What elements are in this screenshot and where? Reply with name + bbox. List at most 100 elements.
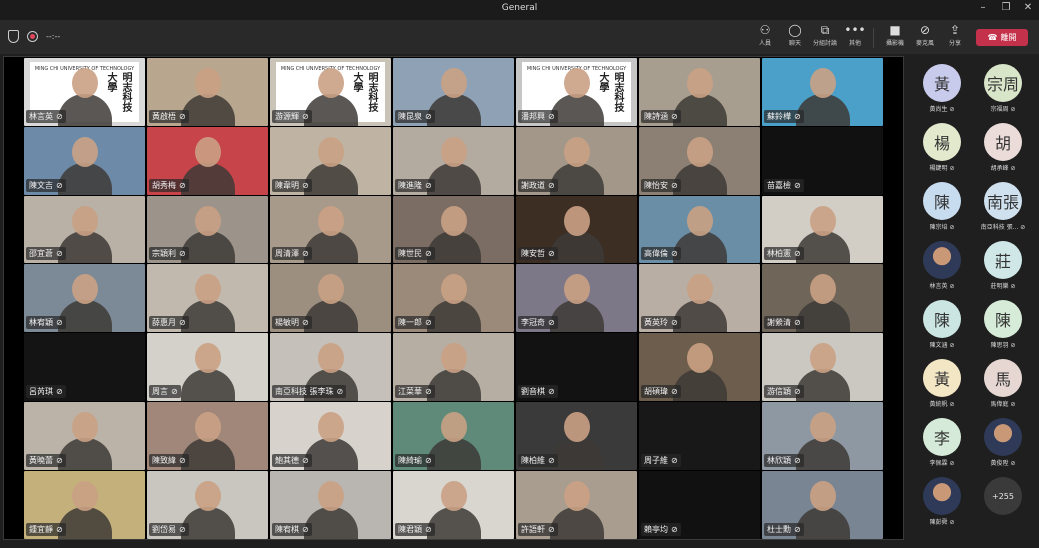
video-tile[interactable]: 黃曉蕾 ⊘ xyxy=(24,401,145,470)
video-tile[interactable]: 林柏憲 ⊘ xyxy=(762,195,883,264)
camera-button[interactable]: ■ 攝影機 xyxy=(880,23,910,47)
participant-name: 宗穎利 xyxy=(152,249,176,259)
video-tile[interactable]: 南亞科技 張李珠 ⊘ xyxy=(270,333,391,401)
video-tile[interactable]: 謝政道 ⊘ xyxy=(516,126,637,195)
more-participants-button[interactable]: +255 xyxy=(973,477,1033,515)
video-tile[interactable]: 劉音棋 ⊘ xyxy=(516,333,637,401)
video-tile[interactable]: 陳柏維 ⊘ xyxy=(516,401,637,470)
maximize-icon[interactable]: ❐ xyxy=(996,2,1016,13)
shield-icon xyxy=(8,30,19,43)
video-tile[interactable]: 周清澤 ⊘ xyxy=(270,195,391,264)
video-tile[interactable]: 李冠奇 ⊘ xyxy=(516,264,637,333)
participant-avatar-item[interactable]: 黃黃統帆 ⊘ xyxy=(912,359,972,408)
video-tile[interactable]: 黃啟梧 ⊘ xyxy=(147,58,268,126)
video-tile[interactable]: MING CHI UNIVERSITY OF TECHNOLOGY 明志科技大學游… xyxy=(270,58,391,126)
participant-avatar-item[interactable]: 陳陳思羽 ⊘ xyxy=(973,300,1033,349)
participant-name-tag: 賴亭均 ⊘ xyxy=(641,522,681,536)
participant-avatar-item[interactable]: 陳彭舜 ⊘ xyxy=(912,477,972,526)
video-tile[interactable]: 呂芮琪 ⊘ xyxy=(24,333,145,401)
more-button[interactable]: ••• 其他 xyxy=(840,23,870,47)
participant-name: 陳怡安 xyxy=(644,180,668,190)
video-tile[interactable]: 陳怡安 ⊘ xyxy=(639,126,760,195)
video-tile[interactable]: 陳致緯 ⊘ xyxy=(147,401,268,470)
participant-name: 林柏憲 xyxy=(767,249,791,259)
video-tile[interactable]: 周言 ⊘ xyxy=(147,333,268,401)
video-tile[interactable]: 苗嘉檢 ⊘ xyxy=(762,126,883,195)
participant-name: 謝政道 xyxy=(521,180,545,190)
participant-avatar-item[interactable]: 楊楊鍵明 ⊘ xyxy=(912,123,972,172)
video-tile[interactable]: 林宥穎 ⊘ xyxy=(24,264,145,333)
participant-avatar-item[interactable]: 莊莊明樂 ⊘ xyxy=(973,241,1033,290)
video-tile[interactable]: 陳安哲 ⊘ xyxy=(516,195,637,264)
video-tile[interactable]: 薛惠月 ⊘ xyxy=(147,264,268,333)
video-tile[interactable]: 陳昆泉 ⊘ xyxy=(393,58,514,126)
participant-name: 潘邦興 xyxy=(521,111,545,121)
mic-muted-icon: ⊘ xyxy=(302,524,309,534)
chat-button[interactable]: ◯ 聊天 xyxy=(780,23,810,47)
video-tile[interactable]: 鮑其德 ⊘ xyxy=(270,401,391,470)
mic-muted-icon: ⊘ xyxy=(56,386,63,396)
video-tile[interactable]: MING CHI UNIVERSITY OF TECHNOLOGY 明志科技大學林… xyxy=(24,58,145,126)
video-tile[interactable]: 胡秀梅 ⊘ xyxy=(147,126,268,195)
video-tile[interactable]: 黃英玲 ⊘ xyxy=(639,264,760,333)
avatar: 莊 xyxy=(984,241,1022,279)
participant-avatar-item[interactable]: 馬馬偉庭 ⊘ xyxy=(973,359,1033,408)
video-tile[interactable]: 杜士勳 ⊘ xyxy=(762,470,883,539)
people-button[interactable]: ⚇ 人員 xyxy=(750,23,780,47)
participant-avatar-item[interactable]: 胡胡承峰 ⊘ xyxy=(973,123,1033,172)
participant-avatar-item[interactable]: 林言英 ⊘ xyxy=(912,241,972,290)
video-tile[interactable]: 宗穎利 ⊘ xyxy=(147,195,268,264)
video-tile[interactable]: 高偉倫 ⊘ xyxy=(639,195,760,264)
video-tile[interactable]: MING CHI UNIVERSITY OF TECHNOLOGY 明志科技大學潘… xyxy=(516,58,637,126)
participant-name-tag: 陳綺瑜 ⊘ xyxy=(395,453,435,467)
video-tile[interactable]: 陳韋明 ⊘ xyxy=(270,126,391,195)
participant-avatar-item[interactable]: 陳陳文涵 ⊘ xyxy=(912,300,972,349)
minimize-icon[interactable]: – xyxy=(973,2,993,13)
share-button[interactable]: ⇪ 分享 xyxy=(940,23,970,47)
participant-avatar-item[interactable]: 南張 南亞科技 張... ⊘ xyxy=(973,182,1033,231)
participant-avatar-item[interactable]: 黃俊陞 ⊘ xyxy=(973,418,1033,467)
video-tile[interactable]: 陳君穎 ⊘ xyxy=(393,470,514,539)
video-tile[interactable]: 周子維 ⊘ xyxy=(639,401,760,470)
participant-avatar-item[interactable]: 宗周 宗福周 ⊘ xyxy=(973,64,1033,113)
video-tile[interactable]: 鍾宜靜 ⊘ xyxy=(24,470,145,539)
video-tile[interactable]: 陳文吉 ⊘ xyxy=(24,126,145,195)
video-tile[interactable]: 劉岱易 ⊘ xyxy=(147,470,268,539)
video-tile[interactable]: 胡碩瑋 ⊘ xyxy=(639,333,760,401)
participant-name: 蘇鈴樺 xyxy=(767,111,791,121)
video-tile[interactable]: 謝縈清 ⊘ xyxy=(762,264,883,333)
close-icon[interactable]: ✕ xyxy=(1018,2,1038,13)
mic-button[interactable]: ⊘ 麥克風 xyxy=(910,23,940,47)
participant-face xyxy=(71,411,98,442)
breakout-rooms-button[interactable]: ⧉ 分組討論 xyxy=(810,23,840,47)
participant-avatar-item[interactable]: 陳陳宗培 ⊘ xyxy=(912,182,972,231)
video-tile[interactable]: 江菜華 ⊘ xyxy=(393,333,514,401)
mic-muted-icon: ⊘ xyxy=(56,524,63,534)
participant-name-tag: 謝政道 ⊘ xyxy=(518,178,558,192)
participant-avatar-item[interactable]: 黃黃尚生 ⊘ xyxy=(912,64,972,113)
video-tile[interactable]: 陳進隆 ⊘ xyxy=(393,126,514,195)
video-tile[interactable]: 蘇鈴樺 ⊘ xyxy=(762,58,883,126)
participant-name: 南亞科技 張... ⊘ xyxy=(980,224,1026,231)
video-tile[interactable]: 陳綺瑜 ⊘ xyxy=(393,401,514,470)
participant-name: 林言英 xyxy=(29,111,53,121)
avatar: 宗周 xyxy=(984,64,1022,102)
video-tile[interactable]: 陳詩涵 ⊘ xyxy=(639,58,760,126)
participant-face xyxy=(71,68,98,98)
participant-face xyxy=(440,343,467,374)
video-tile[interactable]: 楊敏明 ⊘ xyxy=(270,264,391,333)
video-tile[interactable]: 陳一郎 ⊘ xyxy=(393,264,514,333)
avatar xyxy=(923,477,961,515)
video-tile[interactable]: 賴亭均 ⊘ xyxy=(639,470,760,539)
video-tile[interactable]: 游信穎 ⊘ xyxy=(762,333,883,401)
participant-name: 陳宥棋 xyxy=(275,524,299,534)
mic-muted-icon: ⊘ xyxy=(179,111,186,121)
video-tile[interactable]: 林欣穎 ⊘ xyxy=(762,401,883,470)
mic-muted-icon: ⊘ xyxy=(671,111,678,121)
video-tile[interactable]: 邵宜蒼 ⊘ xyxy=(24,195,145,264)
video-tile[interactable]: 許語軒 ⊘ xyxy=(516,470,637,539)
participant-avatar-item[interactable]: 李李佩霖 ⊘ xyxy=(912,418,972,467)
leave-button[interactable]: ☎ 離開 xyxy=(976,29,1028,46)
video-tile[interactable]: 陳宥棋 ⊘ xyxy=(270,470,391,539)
video-tile[interactable]: 陳世民 ⊘ xyxy=(393,195,514,264)
